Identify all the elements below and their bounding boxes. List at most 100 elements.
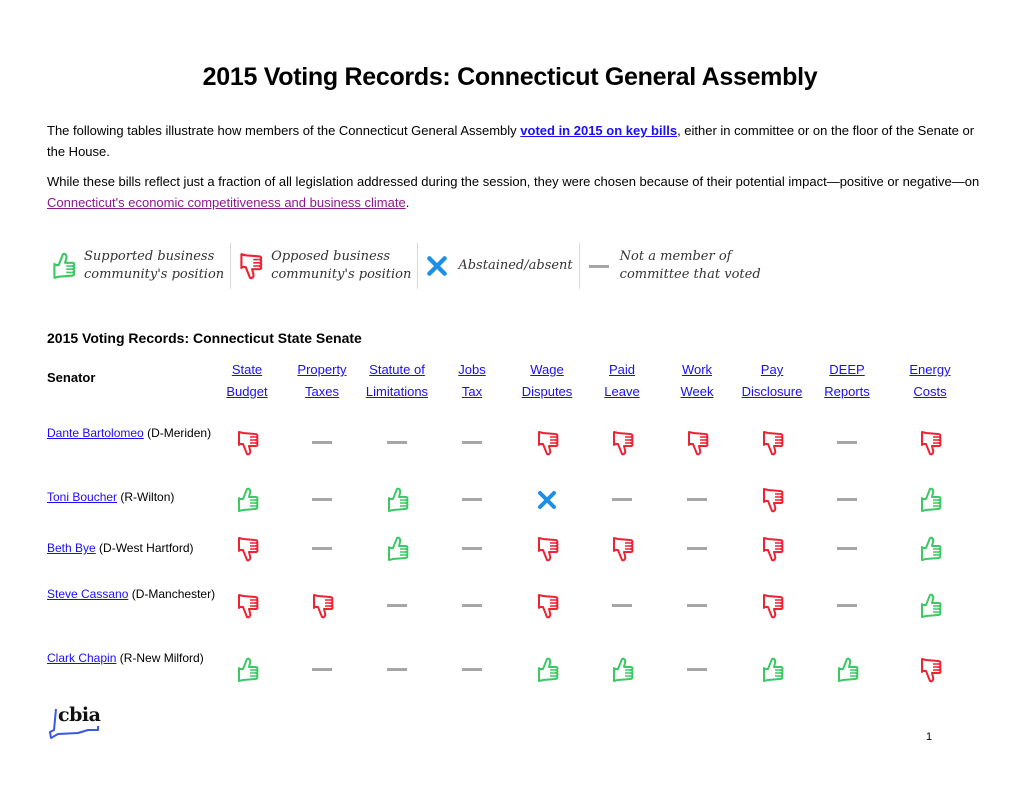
senator-column-header: Senator (47, 370, 96, 385)
thumbs-up-icon (227, 650, 267, 690)
legend-label: Supported business community's position (84, 249, 225, 282)
thumbs-down-icon (527, 529, 567, 569)
senate-section-title: 2015 Voting Records: Connecticut State S… (47, 330, 362, 346)
x-icon (422, 249, 452, 283)
bill-link[interactable]: Property (297, 362, 346, 377)
bill-link[interactable]: Leave (604, 384, 639, 399)
dash-icon (677, 649, 717, 689)
bill-link[interactable]: Costs (913, 384, 946, 399)
senator-name: Dante Bartolomeo (D-Meriden) (47, 422, 217, 444)
dash-icon (302, 479, 342, 519)
competitiveness-link[interactable]: Connecticut's economic competitiveness a… (47, 195, 406, 210)
bill-link[interactable]: Energy (909, 362, 950, 377)
senator-link[interactable]: Beth Bye (47, 541, 96, 555)
dash-icon (602, 479, 642, 519)
thumbs-up-icon (827, 650, 867, 690)
dash-icon (377, 585, 417, 625)
logo-text: cbia (58, 704, 101, 726)
dash-icon (602, 585, 642, 625)
column-header-bill: DEEP Reports (802, 359, 892, 403)
legend-item: Not a member of committee that voted (578, 243, 767, 289)
bill-link[interactable]: Reports (824, 384, 870, 399)
dash-icon (302, 528, 342, 568)
dash-icon (452, 422, 492, 462)
dash-icon (302, 649, 342, 689)
thumbs-up-icon (602, 650, 642, 690)
senator-district: (R-New Milford) (116, 651, 204, 665)
bill-link[interactable]: Pay (761, 362, 783, 377)
bill-link[interactable]: Paid (609, 362, 635, 377)
dash-icon (452, 528, 492, 568)
senator-district: (D-Manchester) (128, 587, 216, 601)
bill-link[interactable]: Limitations (366, 384, 428, 399)
column-header-bill: Energy Costs (885, 359, 975, 403)
thumbs-up-icon (910, 529, 950, 569)
legend-item: Abstained/absent (417, 243, 578, 289)
dash-icon (452, 585, 492, 625)
thumbs-down-icon (752, 529, 792, 569)
dash-icon (452, 479, 492, 519)
dash-icon (677, 585, 717, 625)
intro-text: The following tables illustrate how memb… (47, 123, 521, 138)
senator-link[interactable]: Dante Bartolomeo (47, 426, 144, 440)
dash-icon (677, 479, 717, 519)
thumbs-down-icon (235, 249, 265, 283)
legend-label: Opposed business community's position (271, 249, 412, 282)
thumbs-up-icon (48, 249, 78, 283)
thumbs-down-icon (752, 586, 792, 626)
bill-link[interactable]: Disclosure (742, 384, 803, 399)
senator-name: Steve Cassano (D-Manchester) (47, 583, 217, 605)
senator-link[interactable]: Toni Boucher (47, 490, 117, 504)
dash-icon (677, 528, 717, 568)
thumbs-up-icon (752, 650, 792, 690)
key-bills-link[interactable]: voted in 2015 on key bills (520, 123, 677, 138)
bill-link[interactable]: Taxes (305, 384, 339, 399)
thumbs-up-icon (527, 650, 567, 690)
dash-icon (452, 649, 492, 689)
bill-link[interactable]: Wage (530, 362, 563, 377)
thumbs-down-icon (910, 423, 950, 463)
bill-link[interactable]: Week (681, 384, 714, 399)
legend-label: Abstained/absent (458, 258, 573, 273)
thumbs-up-icon (377, 480, 417, 520)
thumbs-up-icon (227, 480, 267, 520)
page-title: 2015 Voting Records: Connecticut General… (202, 63, 818, 91)
cbia-logo: cbia (48, 704, 108, 742)
thumbs-down-icon (677, 423, 717, 463)
thumbs-down-icon (227, 423, 267, 463)
thumbs-down-icon (910, 650, 950, 690)
senator-district: (R-Wilton) (117, 490, 175, 504)
legend-item: Supported business community's position (44, 243, 230, 289)
bill-link[interactable]: Budget (226, 384, 267, 399)
senator-link[interactable]: Clark Chapin (47, 651, 116, 665)
bill-link[interactable]: State (232, 362, 262, 377)
senator-name: Beth Bye (D-West Hartford) (47, 537, 217, 559)
legend: Supported business community's position Op… (44, 243, 767, 289)
thumbs-down-icon (227, 529, 267, 569)
x-icon (527, 480, 567, 520)
legend-item: Opposed business community's position (230, 243, 417, 289)
bill-link[interactable]: Statute of (369, 362, 425, 377)
intro-text: . (405, 195, 410, 210)
intro-paragraph-1: The following tables illustrate how memb… (47, 120, 992, 162)
dash-icon (827, 585, 867, 625)
bill-link[interactable]: Tax (462, 384, 482, 399)
intro-text: While these bills reflect just a fractio… (47, 174, 980, 189)
senator-name: Toni Boucher (R-Wilton) (47, 486, 217, 508)
senator-link[interactable]: Steve Cassano (47, 587, 128, 601)
page-number: 1 (926, 731, 933, 743)
dash-icon (584, 249, 614, 283)
thumbs-up-icon (910, 480, 950, 520)
intro-paragraph-2: While these bills reflect just a fractio… (47, 171, 992, 213)
thumbs-down-icon (752, 480, 792, 520)
dash-icon (827, 528, 867, 568)
dash-icon (302, 422, 342, 462)
senator-name: Clark Chapin (R-New Milford) (47, 647, 217, 669)
dash-icon (377, 649, 417, 689)
bill-link[interactable]: DEEP (829, 362, 864, 377)
bill-link[interactable]: Work (682, 362, 712, 377)
bill-link[interactable]: Jobs (458, 362, 485, 377)
senator-district: (D-West Hartford) (95, 541, 194, 555)
bill-link[interactable]: Disputes (522, 384, 573, 399)
senator-district: (D-Meriden) (143, 426, 212, 440)
